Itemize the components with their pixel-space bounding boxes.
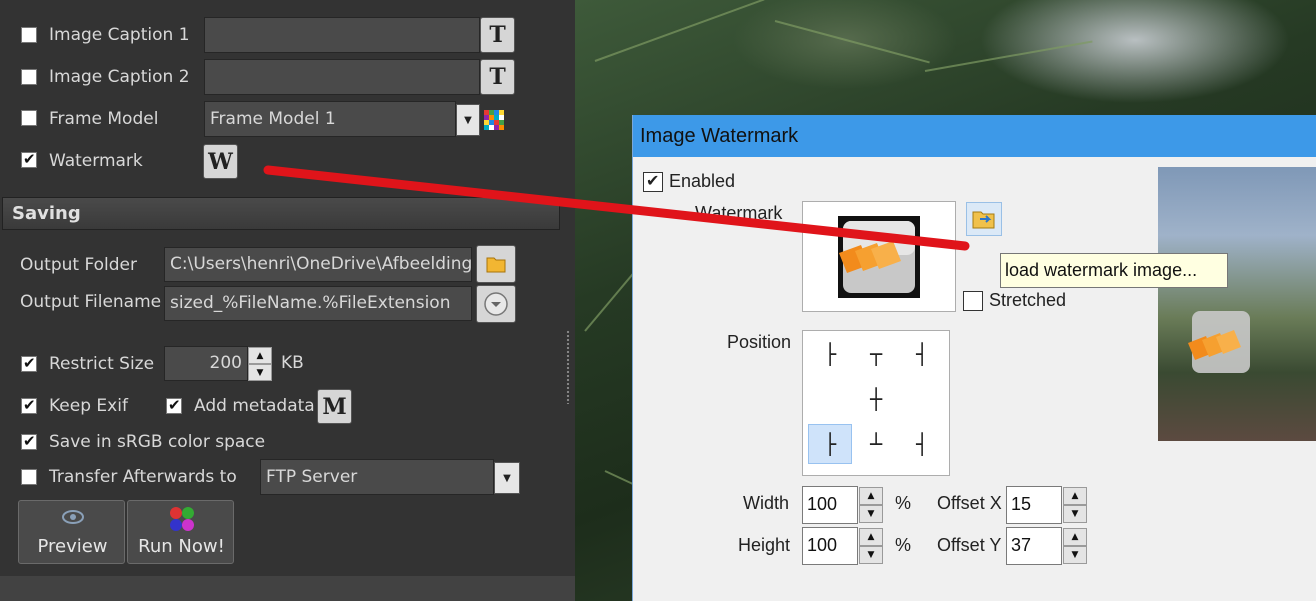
restrict-size-down-button[interactable]: ▼ (248, 364, 272, 381)
output-filename-label: Output Filename (20, 292, 162, 312)
metadata-button[interactable]: M (317, 389, 352, 424)
watermark-thumbnail-icon (838, 216, 920, 298)
height-unit: % (895, 535, 912, 555)
srgb-checkbox[interactable] (21, 432, 37, 450)
load-watermark-tooltip: load watermark image... (1000, 253, 1228, 288)
width-label: Width (743, 493, 790, 513)
watermark-label: Watermark (49, 151, 143, 171)
caption-2-text-button[interactable]: T (480, 59, 515, 95)
offset-y-up-button[interactable]: ▲ (1063, 528, 1087, 546)
filename-options-button[interactable] (476, 285, 516, 323)
keep-exif-checkbox[interactable] (21, 396, 37, 414)
watermark-image-preview[interactable] (802, 201, 956, 312)
enabled-checkbox[interactable] (643, 171, 663, 192)
offset-x-down-button[interactable]: ▼ (1063, 505, 1087, 523)
restrict-size-checkbox[interactable] (21, 354, 37, 372)
image-caption-2-label: Image Caption 2 (49, 67, 190, 87)
settings-panel: Image Caption 1 T Image Caption 2 T Fram… (0, 0, 575, 601)
stretched-label: Stretched (989, 290, 1067, 310)
offset-x-up-button[interactable]: ▲ (1063, 487, 1087, 505)
position-bottom-center[interactable]: ┴ (854, 424, 898, 464)
width-down-button[interactable]: ▼ (859, 505, 883, 523)
add-metadata-checkbox[interactable] (166, 396, 182, 414)
chevron-down-icon[interactable]: ▼ (494, 462, 520, 494)
width-unit: % (895, 493, 912, 513)
offset-y-input[interactable]: 37 (1006, 527, 1062, 565)
watermark-label: Watermark (695, 203, 783, 223)
watermark-result-preview (1158, 167, 1316, 441)
caption-1-text-button[interactable]: T (480, 17, 515, 53)
add-metadata-label: Add metadata (194, 396, 315, 416)
position-top-left[interactable]: ├ (808, 334, 852, 374)
width-input[interactable]: 100 (802, 486, 858, 524)
height-input[interactable]: 100 (802, 527, 858, 565)
watermark-overlay-icon (1188, 311, 1250, 373)
offset-y-down-button[interactable]: ▼ (1063, 546, 1087, 564)
dropdown-circle-icon (484, 292, 508, 316)
watermark-checkbox[interactable] (21, 150, 37, 168)
restrict-size-input[interactable]: 200 (164, 346, 248, 381)
keep-exif-label: Keep Exif (49, 396, 128, 416)
output-folder-input[interactable]: C:\Users\henri\OneDrive\Afbeelding (164, 247, 472, 282)
position-center[interactable]: ┼ (854, 379, 898, 419)
frame-model-label: Frame Model (49, 109, 159, 129)
image-caption-2-input[interactable] (204, 59, 480, 95)
run-now-button-label: Run Now! (138, 536, 225, 557)
frame-model-checkbox[interactable] (21, 110, 37, 126)
folder-open-icon (972, 211, 995, 229)
image-caption-2-checkbox[interactable] (21, 69, 37, 85)
height-up-button[interactable]: ▲ (859, 528, 883, 546)
enabled-label: Enabled (669, 171, 736, 191)
run-now-button[interactable]: Run Now! (127, 500, 234, 564)
panel-footer (0, 576, 575, 601)
position-top-right[interactable]: ┤ (900, 334, 944, 374)
preview-button-label: Preview (37, 536, 108, 557)
image-caption-1-checkbox[interactable] (21, 27, 37, 43)
frame-model-select[interactable]: Frame Model 1 (204, 101, 456, 137)
offset-x-input[interactable]: 15 (1006, 486, 1062, 524)
restrict-size-up-button[interactable]: ▲ (248, 347, 272, 364)
run-icon (170, 507, 194, 531)
srgb-label: Save in sRGB color space (49, 432, 266, 452)
output-folder-label: Output Folder (20, 255, 137, 275)
dialog-title[interactable]: Image Watermark (633, 115, 1316, 157)
saving-section-header[interactable]: Saving (2, 197, 560, 230)
image-caption-1-label: Image Caption 1 (49, 25, 190, 45)
width-up-button[interactable]: ▲ (859, 487, 883, 505)
position-bottom-left[interactable]: ├ (808, 424, 852, 464)
eye-icon (62, 510, 84, 524)
splitter-handle[interactable] (566, 330, 570, 404)
position-bottom-right[interactable]: ┤ (900, 424, 944, 464)
load-watermark-button[interactable] (966, 202, 1002, 236)
transfer-target-select[interactable]: FTP Server (260, 459, 494, 495)
watermark-settings-button[interactable]: W (203, 144, 238, 179)
offset-x-label: Offset X (937, 493, 1002, 513)
stretched-checkbox[interactable] (963, 291, 983, 311)
image-caption-1-input[interactable] (204, 17, 480, 53)
position-top-center[interactable]: ┬ (854, 334, 898, 374)
position-grid: ├ ┬ ┤ ┼ ├ ┴ ┤ (802, 330, 950, 476)
browse-folder-button[interactable] (476, 245, 516, 283)
preview-button[interactable]: Preview (18, 500, 125, 564)
transfer-checkbox[interactable] (21, 469, 37, 485)
restrict-size-label: Restrict Size (49, 354, 155, 374)
transfer-label: Transfer Afterwards to (49, 467, 237, 487)
height-label: Height (738, 535, 791, 555)
output-filename-input[interactable]: sized_%FileName.%FileExtension (164, 286, 472, 321)
restrict-size-unit: KB (281, 353, 304, 373)
height-down-button[interactable]: ▼ (859, 546, 883, 564)
chevron-down-icon[interactable]: ▼ (456, 104, 480, 136)
color-grid-icon[interactable] (484, 110, 504, 130)
position-label: Position (727, 332, 792, 352)
folder-icon (486, 257, 506, 273)
offset-y-label: Offset Y (937, 535, 1002, 555)
